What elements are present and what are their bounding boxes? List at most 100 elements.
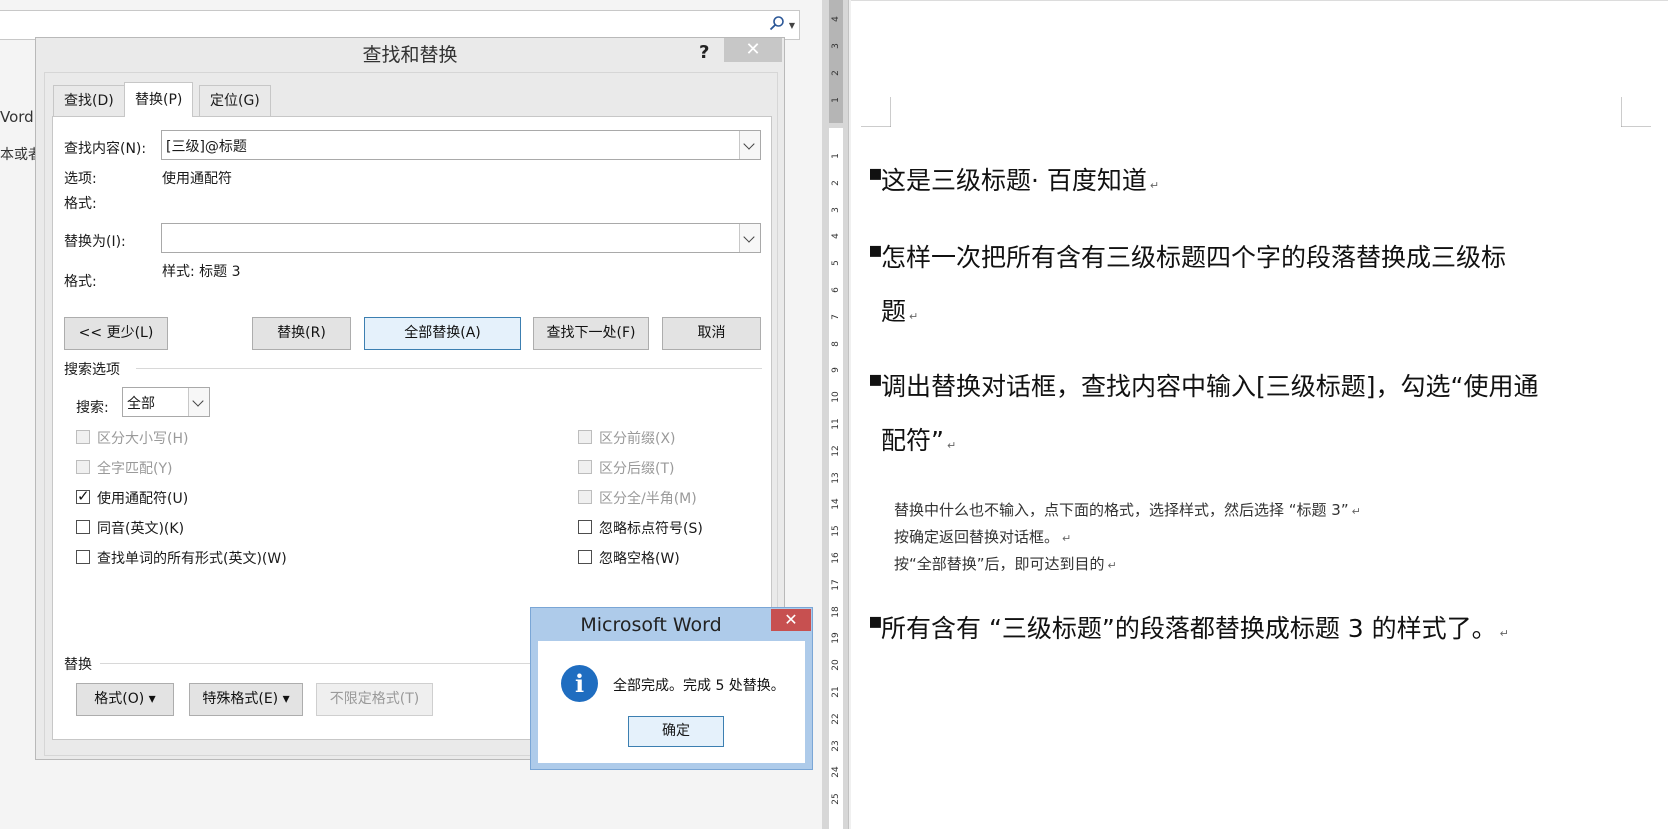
divider [136,368,762,369]
ignore-whitespace-checkbox[interactable] [578,550,592,564]
replace-with-label: 替换为(I): [64,234,126,250]
search-icon[interactable] [769,15,785,31]
vertical-ruler[interactable]: 4 3 2 1 1 2 3 4 5 6 7 8 9 10 11 12 13 14 15 16 17 18 19 20 21 22 2… [822,0,849,829]
format-button[interactable]: 格式(O) ▾ [76,683,174,716]
ruler-number: 2 [831,179,841,186]
paragraph-mark: ↵ [946,439,957,452]
match-case-label: 区分大小写(H) [97,431,189,447]
replace-with-combobox[interactable] [161,223,761,253]
doc-paragraph[interactable]: 按确定返回替换对话框。 ↵ [894,526,1071,547]
all-word-forms-label: 查找单词的所有形式(英文)(W) [97,551,287,567]
message-box: Microsoft Word ✕ i 全部完成。完成 5 处替换。 确定 [530,607,813,770]
dialog-title: 查找和替换 [362,44,458,66]
replace-format-label: 格式: [64,274,97,290]
message-box-body: i 全部完成。完成 5 处替换。 确定 [538,641,805,763]
ignore-punctuation-checkbox[interactable] [578,520,592,534]
find-format-label: 格式: [64,196,97,212]
doc-heading-text: 怎样一次把所有含有三级标题四个字的段落替换成三级标 [881,243,1507,272]
ruler-number: 18 [831,605,841,618]
doc-heading-continuation[interactable]: 配符” ↵ [881,421,956,457]
ruler-number: 6 [831,287,841,293]
doc-paragraph[interactable]: 替换中什么也不输入，点下面的格式，选择样式，然后选择 “标题 3” ↵ [894,499,1361,520]
tab-goto[interactable]: 定位(G) [199,85,271,116]
cancel-button[interactable]: 取消 [662,317,761,350]
chevron-down-icon[interactable] [739,224,760,252]
ruler-number: 21 [831,686,841,698]
doc-heading[interactable]: ▪ 怎样一次把所有含有三级标题四个字的段落替换成三级标 [868,238,1507,274]
doc-heading[interactable]: ▪ 所有含有 “三级标题”的段落都替换成标题 3 的样式了。 ↵ [868,609,1509,645]
replace-all-button[interactable]: 全部替换(A) [364,317,521,350]
ribbon-search-box[interactable]: ▼ [0,10,800,40]
ruler-number: 13 [831,471,841,484]
paragraph-mark: ↵ [1062,532,1072,545]
chevron-down-icon[interactable] [739,131,760,159]
match-prefix-checkbox[interactable] [578,430,592,444]
ruler-number: 22 [831,713,841,725]
whole-word-label: 全字匹配(Y) [97,461,173,477]
ok-button[interactable]: 确定 [628,716,724,747]
match-width-checkbox[interactable] [578,490,592,504]
tab-replace[interactable]: 替换(P) [124,82,194,117]
doc-heading-text: 配符” [881,426,944,455]
find-what-combobox[interactable]: [三级]@标题 [161,130,761,160]
doc-heading-text: 这是三级标题· 百度知道 [881,166,1147,195]
message-text: 全部完成。完成 5 处替换。 [613,678,785,694]
find-options-label: 选项: [64,171,97,187]
find-what-label: 查找内容(N): [64,141,147,157]
ruler-number: 3 [831,43,841,49]
search-direction-value[interactable]: 全部 [127,393,155,413]
ruler-number: 3 [831,206,841,213]
special-button[interactable]: 特殊格式(E) ▾ [189,683,303,716]
ruler-number: 17 [831,579,841,591]
use-wildcards-checkbox[interactable] [76,487,90,505]
match-suffix-checkbox[interactable] [578,460,592,474]
doc-heading[interactable]: ▪ 这是三级标题· 百度知道 ↵ [868,161,1159,197]
chevron-down-icon[interactable] [188,388,209,416]
doc-heading-text: 所有含有 “三级标题”的段落都替换成标题 3 的样式了。 [881,614,1497,643]
whole-word-checkbox[interactable] [76,460,90,474]
sounds-like-checkbox[interactable] [76,520,90,534]
margin-corner-mark [861,97,891,127]
search-direction-select[interactable]: 全部 [122,387,210,417]
ruler-number: 16 [831,552,841,564]
search-dropdown-icon[interactable]: ▼ [789,21,795,30]
doc-heading-text: 调出替换对话框，查找内容中输入[三级标题]，勾选“使用通 [881,372,1539,401]
message-box-close-button[interactable]: ✕ [771,609,811,631]
doc-heading[interactable]: ▪ 调出替换对话框，查找内容中输入[三级标题]，勾选“使用通 [868,367,1539,403]
find-what-value[interactable]: [三级]@标题 [166,136,247,156]
ruler-number: 10 [831,391,841,403]
find-next-button[interactable]: 查找下一处(F) [533,317,649,350]
match-width-label: 区分全/半角(M) [599,491,697,507]
message-box-title: Microsoft Word [580,614,722,636]
paragraph-mark: ↵ [1499,627,1509,640]
ruler-number: 11 [831,418,841,430]
doc-heading-continuation[interactable]: 题 ↵ [881,292,918,328]
ruler-number: 9 [831,367,841,374]
ruler-number: 23 [831,739,841,752]
ruler-number: 1 [831,153,841,159]
all-word-forms-checkbox[interactable] [76,550,90,564]
tab-find[interactable]: 查找(D) [53,85,125,116]
bullet-mark: ▪ [868,238,883,263]
no-formatting-button[interactable]: 不限定格式(T) [316,683,433,716]
sounds-like-label: 同音(英文)(K) [97,521,185,537]
dialog-close-button[interactable]: ✕ [724,38,782,62]
find-options-value: 使用通配符 [162,171,232,187]
replace-button[interactable]: 替换(R) [252,317,351,350]
help-button[interactable]: ? [699,42,709,63]
ignore-punctuation-label: 忽略标点符号(S) [599,521,703,537]
match-suffix-label: 区分后缀(T) [599,461,675,477]
search-direction-label: 搜索: [76,400,109,416]
ruler-number: 15 [831,525,841,537]
less-button[interactable]: << 更少(L) [64,317,168,350]
ruler-number: 4 [831,233,841,240]
use-wildcards-label: 使用通配符(U) [97,491,189,507]
bullet-mark: ▪ [868,609,883,634]
doc-paragraph[interactable]: 按“全部替换”后，即可达到目的 ↵ [894,553,1117,574]
ruler-number: 5 [831,260,841,267]
document-page[interactable]: ▪ 这是三级标题· 百度知道 ↵ ▪ 怎样一次把所有含有三级标题四个字的段落替换成三级… [851,0,1668,829]
margin-corner-mark [1621,97,1651,127]
info-icon: i [561,665,598,702]
ruler-number: 4 [831,16,841,22]
match-case-checkbox[interactable] [76,430,90,444]
